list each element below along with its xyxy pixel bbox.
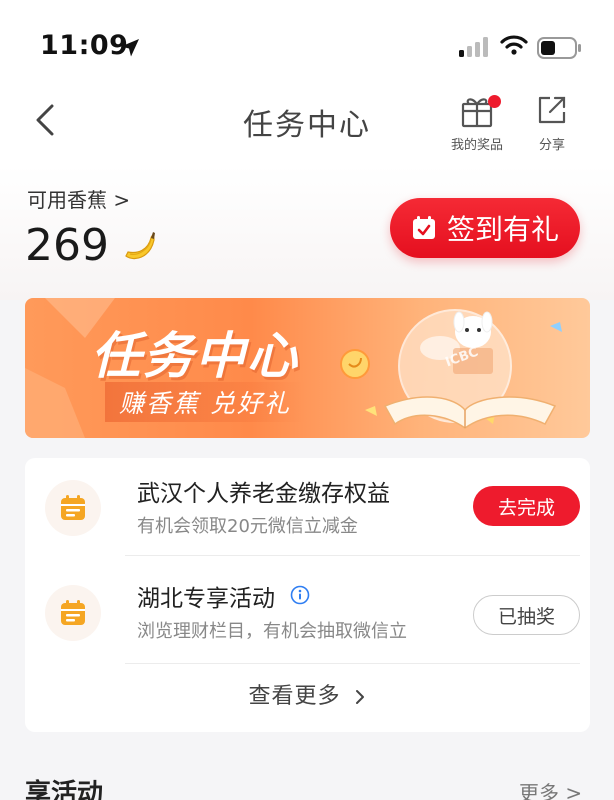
- task-row: 湖北专享活动 浏览理财栏目，有机会抽取微信立 已抽奖: [25, 563, 590, 667]
- task-icon-container: [45, 585, 101, 641]
- my-prizes-button[interactable]: 我的奖品: [445, 92, 509, 153]
- nav-bar: 任务中心 我的奖品 分享: [0, 92, 614, 153]
- location-arrow-icon: [118, 36, 142, 64]
- task-title: 武汉个人养老金缴存权益: [137, 481, 390, 507]
- banner-title: 任务中心: [91, 327, 299, 385]
- info-icon[interactable]: [290, 585, 310, 611]
- task-title-text: 湖北专享活动: [137, 586, 275, 612]
- checkin-label: 签到有礼: [446, 213, 559, 246]
- banana-count: 269: [25, 220, 109, 271]
- checkin-gift-button[interactable]: 签到有礼: [390, 198, 580, 258]
- status-bar: 11:09: [0, 0, 614, 92]
- banana-icon: [120, 226, 160, 270]
- notification-dot: [488, 95, 501, 108]
- available-bananas-link[interactable]: 可用香蕉 >: [27, 184, 130, 213]
- share-icon: [538, 96, 566, 124]
- calendar-icon: [412, 216, 435, 239]
- go-complete-button[interactable]: 去完成: [473, 486, 580, 526]
- my-prizes-label: 我的奖品: [450, 138, 503, 153]
- share-button[interactable]: 分享: [520, 92, 584, 153]
- status-time: 11:09: [40, 30, 129, 61]
- wifi-icon: [500, 34, 528, 60]
- task-center-banner[interactable]: 任务中心 赚香蕉 兑好礼 ICBC: [25, 298, 590, 438]
- share-label: 分享: [538, 138, 565, 153]
- task-icon-container: [45, 480, 101, 536]
- book-globe-illustration: [383, 309, 557, 429]
- battery-icon: [537, 37, 583, 63]
- view-more-label: 查看更多: [248, 684, 341, 709]
- task-description: 有机会领取20元微信立减金: [137, 516, 358, 537]
- chevron-right-icon: [355, 690, 364, 704]
- signal-icon: [459, 37, 491, 61]
- section-title: 享活动: [25, 779, 104, 800]
- divider: [125, 555, 580, 556]
- task-calendar-icon: [61, 495, 85, 520]
- task-row: 武汉个人养老金缴存权益 有机会领取20元微信立减金 去完成: [25, 458, 590, 562]
- task-list-card: 武汉个人养老金缴存权益 有机会领取20元微信立减金 去完成 湖北专享活动 浏览理…: [25, 458, 590, 732]
- task-calendar-icon: [61, 600, 85, 625]
- view-more-link[interactable]: 查看更多: [25, 678, 590, 710]
- task-description: 浏览理财栏目，有机会抽取微信立: [137, 621, 407, 642]
- section-more-link[interactable]: 更多 >: [519, 777, 582, 800]
- task-title: 湖北专享活动: [137, 579, 310, 613]
- banner-subtitle: 赚香蕉 兑好礼: [105, 382, 305, 422]
- divider: [125, 663, 580, 664]
- already-drawn-button[interactable]: 已抽奖: [473, 595, 580, 635]
